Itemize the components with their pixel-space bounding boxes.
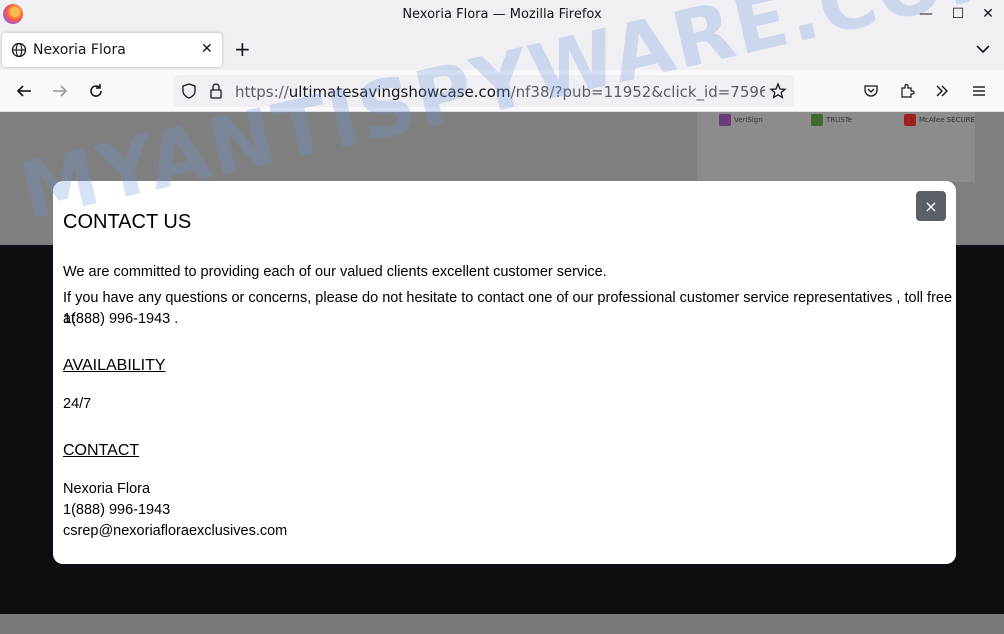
lock-icon[interactable] xyxy=(209,82,223,100)
new-tab-button[interactable]: + xyxy=(234,38,251,60)
availability-value: 24/7 xyxy=(63,396,92,412)
intro-text: We are committed to providing each of ou… xyxy=(63,264,607,280)
truste-badge: TRUSTe xyxy=(811,112,852,128)
body-text-line1: If you have any questions or concerns, p… xyxy=(63,290,953,327)
puzzle-icon xyxy=(901,83,915,98)
tab-label: Nexoria Flora xyxy=(33,42,126,58)
background-footer xyxy=(0,614,1004,634)
verisign-check-icon xyxy=(719,114,731,126)
back-arrow-icon xyxy=(16,85,31,97)
globe-icon xyxy=(11,42,27,58)
verisign-badge: VeriSign xyxy=(719,112,763,128)
contact-email: csrep@nexoriafloraexclusives.com xyxy=(63,523,288,539)
overflow-menu-button[interactable] xyxy=(929,78,955,104)
hamburger-menu-icon xyxy=(973,86,985,96)
shield-icon[interactable] xyxy=(181,83,197,99)
trust-badges-panel: VeriSign TRUSTe McAfee SECURE xyxy=(697,112,975,182)
forward-button[interactable] xyxy=(47,78,73,104)
mcafee-shield-icon xyxy=(904,114,916,126)
body-text-line2: 1(888) 996-1943 . xyxy=(63,311,179,327)
pocket-button[interactable] xyxy=(858,78,884,104)
back-button[interactable] xyxy=(11,78,37,104)
tab-close-icon[interactable]: ✕ xyxy=(201,41,213,57)
contact-us-modal: × CONTACT US We are committed to providi… xyxy=(53,181,956,564)
list-all-tabs-icon[interactable] xyxy=(974,40,992,58)
contact-phone: 1(888) 996-1943 xyxy=(63,502,171,518)
app-menu-button[interactable] xyxy=(966,78,992,104)
contact-name: Nexoria Flora xyxy=(63,481,151,497)
bookmark-star-icon[interactable] xyxy=(769,82,787,100)
forward-arrow-icon xyxy=(53,85,68,97)
pocket-icon xyxy=(864,85,878,97)
tab-nexoria-flora[interactable]: Nexoria Flora ✕ xyxy=(2,33,222,67)
double-chevron-icon xyxy=(936,85,948,97)
extensions-button[interactable] xyxy=(894,78,920,104)
reload-button[interactable] xyxy=(83,78,109,104)
availability-heading: AVAILABILITY xyxy=(63,357,166,374)
modal-close-button[interactable]: × xyxy=(916,191,946,221)
truste-seal-icon xyxy=(811,114,823,126)
mcafee-badge: McAfee SECURE xyxy=(904,112,975,128)
contact-heading: CONTACT xyxy=(63,442,140,459)
reload-icon xyxy=(90,84,102,97)
